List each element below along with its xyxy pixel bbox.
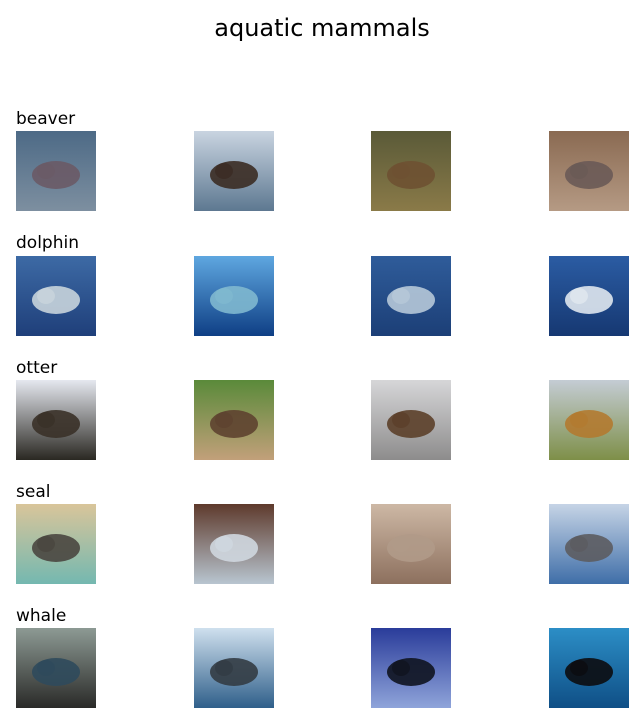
otter-image-1 <box>16 380 96 460</box>
dolphin-image-2 <box>194 256 274 336</box>
row-label-beaver: beaver <box>16 109 76 129</box>
whale-image-1 <box>16 628 96 708</box>
beaver-image-2 <box>194 131 274 211</box>
seal-image-4 <box>549 504 629 584</box>
beaver-image-1 <box>16 131 96 211</box>
figure-title: aquatic mammals <box>214 14 430 42</box>
whale-image-2 <box>194 628 274 708</box>
seal-image-1 <box>16 504 96 584</box>
whale-image-4 <box>549 628 629 708</box>
row-label-otter: otter <box>16 358 58 378</box>
dolphin-image-1 <box>16 256 96 336</box>
seal-image-3 <box>371 504 451 584</box>
otter-image-2 <box>194 380 274 460</box>
seal-image-2 <box>194 504 274 584</box>
beaver-image-3 <box>371 131 451 211</box>
dolphin-image-4 <box>549 256 629 336</box>
whale-image-3 <box>371 628 451 708</box>
dolphin-image-3 <box>371 256 451 336</box>
beaver-image-4 <box>549 131 629 211</box>
row-label-whale: whale <box>16 606 67 626</box>
row-label-dolphin: dolphin <box>16 233 79 253</box>
otter-image-4 <box>549 380 629 460</box>
row-label-seal: seal <box>16 482 51 502</box>
otter-image-3 <box>371 380 451 460</box>
